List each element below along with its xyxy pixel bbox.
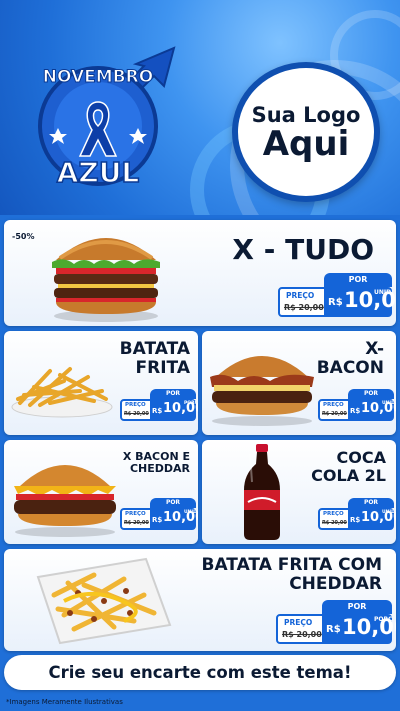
unit-label: UNID [184,510,197,515]
currency: R$ [350,516,361,524]
old-price: R$ 20,00 [124,520,149,526]
preco-label: PREÇO [284,618,313,627]
product-name: X - TUDO [232,233,374,266]
campaign-line1-text: NOVEMBRO [43,67,153,87]
por-label: POR [348,389,394,399]
old-price: R$ 20,00 [284,303,324,312]
preco-label: PREÇO [323,511,344,517]
product-name: BATATA FRITA [119,339,190,379]
currency: R$ [152,407,163,415]
preco-label: PREÇO [125,402,146,408]
product-name: X- BACON [316,339,384,379]
product-card-coca-cola: COCA COLA 2L POR PREÇO R$ 20,00 R$ 10,00… [202,440,396,544]
old-price-box: PREÇO R$ 20,00 [120,508,152,530]
discount-badge: -50% [12,232,35,241]
product-card-batata-cheddar: BATATA FRITA COM CHEDDAR POR PREÇO R$ 20… [4,549,396,651]
product-name-line2: CHEDDAR [129,462,190,476]
old-price: R$ 20,00 [124,411,149,417]
unit-label: UNID [382,510,395,515]
product-name-line1: BATATA FRITA COM [201,555,382,575]
por-label: POR [324,273,392,287]
burger-icon [210,356,314,426]
currency: R$ [326,624,341,635]
unit-label: PORÇ [374,616,393,623]
por-label: POR [348,498,394,508]
product-card-batata-frita: BATATA FRITA POR PREÇO R$ 20,00 R$ 10,00… [4,331,198,435]
product-name-line2: FRITA [135,358,190,379]
currency: R$ [328,297,343,308]
por-label: POR [150,498,196,508]
soda-bottle-icon [244,444,280,540]
unit-label: UNID [374,289,392,296]
product-name-line1: X- [365,339,384,359]
currency: R$ [350,407,361,415]
price-tag: POR PREÇO R$ 20,00 R$ 10,00 UNID [318,498,396,532]
product-name-line2: BACON [316,358,384,379]
currency: R$ [152,516,163,524]
logo-placeholder: Sua Logo Aqui [232,62,380,202]
old-price: R$ 20,00 [282,630,322,639]
old-price-box: PREÇO R$ 20,00 [318,399,350,421]
product-name-line1: BATATA [119,339,190,359]
preco-label: PREÇO [286,291,315,300]
por-label: POR [322,600,392,614]
product-card-x-tudo: -50% X - TUDO POR PREÇO R$ 20,00 R$ 10,0… [4,220,396,326]
new-price-box: R$ 10,00 UNID [324,287,396,317]
product-card-x-bacon: X- BACON POR PREÇO R$ 20,00 R$ 10,00 UNI… [202,331,396,435]
por-label: POR [150,389,196,399]
new-price-box: R$ 10,00 PORÇ [150,399,198,421]
burger-icon [52,238,160,322]
new-price-box: R$ 10,00 UNID [348,508,396,530]
burger-icon [14,465,116,537]
preco-label: PREÇO [125,511,146,517]
product-name-line1: COCA [336,448,386,467]
logo-line2: Aqui [262,124,350,164]
preco-label: PREÇO [323,402,344,408]
product-name-line2: CHEDDAR [289,574,382,595]
product-name: X BACON E CHEDDAR [123,450,190,476]
old-price-box: PREÇO R$ 20,00 [276,614,324,644]
footnote: *Imagens Meramente Ilustrativas [6,698,123,706]
new-price-box: R$ 10,00 UNID [348,399,396,421]
product-name: BATATA FRITA COM CHEDDAR [201,555,382,595]
price-tag: POR PREÇO R$ 20,00 R$ 10,00 UNID [120,498,198,532]
unit-label: PORÇ [184,401,198,406]
novembro-azul-badge: NOVEMBRO AZUL [36,44,176,194]
old-price: R$ 20,00 [322,411,347,417]
old-price: R$ 20,00 [322,520,347,526]
male-symbol-ribbon-icon: NOVEMBRO AZUL [38,46,176,190]
old-price-box: PREÇO R$ 20,00 [318,508,350,530]
product-name-line2: COLA 2L [311,465,386,485]
old-price-box: PREÇO R$ 20,00 [278,287,326,317]
new-price-box: R$ 10,00 PORÇ [322,614,396,644]
price-tag: POR PREÇO R$ 20,00 R$ 10,00 UNID [278,273,396,321]
product-name: COCA COLA 2L [311,449,386,485]
product-card-x-bacon-cheddar: X BACON E CHEDDAR POR PREÇO R$ 20,00 R$ … [4,440,198,544]
new-price-box: R$ 10,00 UNID [150,508,198,530]
cta-banner: Crie seu encarte com este tema! [4,655,396,690]
hero-banner: NOVEMBRO AZUL Sua Logo Aqui [0,0,400,215]
price-tag: POR PREÇO R$ 20,00 R$ 10,00 PORÇ [276,600,396,648]
cheddar-fries-icon [36,557,172,645]
campaign-line2-text: AZUL [57,156,140,189]
old-price-box: PREÇO R$ 20,00 [120,399,152,421]
price-tag: POR PREÇO R$ 20,00 R$ 10,00 PORÇ [120,389,198,423]
unit-label: UNID [382,401,395,406]
price-tag: POR PREÇO R$ 20,00 R$ 10,00 UNID [318,389,396,423]
fries-icon [11,367,113,418]
